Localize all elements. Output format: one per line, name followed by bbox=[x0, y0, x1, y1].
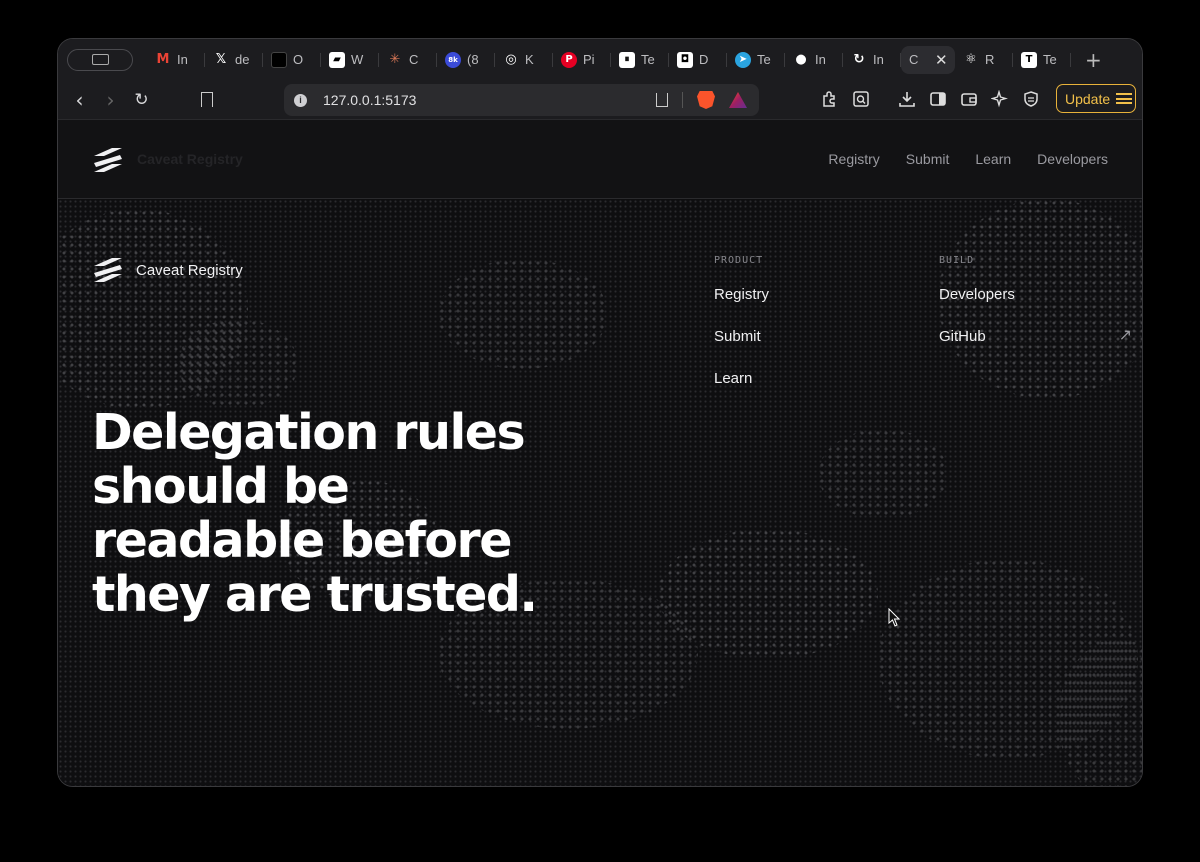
header-nav: Registry Submit Learn Developers bbox=[828, 151, 1108, 167]
tab-10[interactable]: ➤ Te bbox=[727, 46, 785, 74]
tab-title: O bbox=[293, 52, 304, 67]
url-text[interactable]: 127.0.0.1:5173 bbox=[323, 92, 416, 108]
tab-9[interactable]: ◘ D bbox=[669, 46, 727, 74]
update-button[interactable]: Update bbox=[1056, 84, 1136, 113]
brave-rewards-icon[interactable] bbox=[729, 92, 747, 108]
web-page: Caveat Registry Registry Submit Learn De… bbox=[58, 120, 1142, 786]
tab-14[interactable]: ⚛ R bbox=[955, 46, 1013, 74]
tab-title: R bbox=[985, 52, 995, 67]
footer-link-submit[interactable]: Submit bbox=[714, 328, 769, 348]
build-heading: BUILD bbox=[939, 255, 975, 266]
d-logo-icon: ◘ bbox=[677, 51, 693, 68]
sidebar-panel-icon[interactable] bbox=[928, 89, 948, 109]
tab-title: K bbox=[525, 52, 534, 67]
reload-icon[interactable]: ↻ bbox=[126, 90, 157, 110]
vpn-shield-icon[interactable] bbox=[1021, 89, 1041, 109]
mouse-cursor-icon bbox=[888, 608, 901, 627]
download-icon[interactable] bbox=[897, 89, 917, 109]
tab-title: (8 bbox=[467, 52, 479, 67]
browser-toolbar: ‹ › ↻ i 127.0.0.1:5173 Update bbox=[58, 80, 1142, 120]
external-link-icon[interactable]: ↗ bbox=[1119, 325, 1132, 344]
tab-strip: M In 𝕏de O ▰ W ✳ C 8k (8 ◎ K P Pi ⏸ Te ◘ D ➤ Te ● In ↻ In C ✕ ⚛ R T T… bbox=[58, 39, 1142, 80]
brave-shields-icon[interactable] bbox=[697, 91, 715, 109]
leo-ai-icon[interactable] bbox=[990, 89, 1010, 109]
tab-title: Pi bbox=[583, 52, 595, 67]
caveat-logo-icon bbox=[94, 258, 122, 282]
caveat-logo-icon[interactable] bbox=[92, 146, 124, 174]
tab-1[interactable]: 𝕏de bbox=[205, 46, 263, 74]
tab-2[interactable]: O bbox=[263, 46, 321, 74]
nav-submit[interactable]: Submit bbox=[906, 151, 950, 167]
site-header: Caveat Registry Registry Submit Learn De… bbox=[58, 120, 1142, 199]
forward-icon[interactable]: › bbox=[95, 88, 126, 112]
site-info-icon[interactable]: i bbox=[294, 93, 307, 107]
header-brand-name[interactable]: Caveat Registry bbox=[137, 151, 243, 167]
black-square-icon bbox=[271, 51, 287, 68]
refresh-logo-icon: ↻ bbox=[853, 52, 865, 67]
tab-15[interactable]: T Te bbox=[1013, 46, 1071, 74]
t-logo-icon: T bbox=[1021, 51, 1037, 68]
menu-icon bbox=[1116, 93, 1133, 104]
tab-5[interactable]: 8k (8 bbox=[437, 46, 495, 74]
tab-title: W bbox=[351, 52, 364, 67]
footer-build-column: BUILD Developers GitHub bbox=[939, 255, 1015, 370]
sidebar-toggle-button[interactable] bbox=[67, 48, 133, 71]
w-logo-icon: ▰ bbox=[329, 51, 345, 68]
tab-13[interactable]: C ✕ bbox=[901, 45, 955, 74]
sidebar-icon bbox=[91, 54, 109, 65]
update-label: Update bbox=[1065, 90, 1111, 107]
claude-icon: ✳ bbox=[389, 52, 401, 67]
product-heading: PRODUCT bbox=[714, 255, 764, 266]
gmail-icon: M bbox=[156, 52, 170, 67]
footer-link-developers[interactable]: Developers bbox=[939, 286, 1015, 306]
extensions-icon[interactable] bbox=[820, 89, 840, 109]
tab-11[interactable]: ● In bbox=[785, 46, 843, 74]
tab-title: In bbox=[815, 52, 826, 67]
tab-7[interactable]: P Pi bbox=[553, 46, 611, 74]
new-tab-button[interactable]: + bbox=[1085, 48, 1102, 72]
tab-title: C bbox=[409, 52, 419, 67]
tab-8[interactable]: ⏸ Te bbox=[611, 46, 669, 74]
tab-title: Te bbox=[757, 52, 771, 67]
pause-icon: ⏸ bbox=[619, 51, 635, 68]
share-icon[interactable] bbox=[656, 93, 668, 107]
footer-product-column: PRODUCT Registry Submit Learn bbox=[714, 255, 769, 412]
back-icon[interactable]: ‹ bbox=[64, 88, 95, 112]
x-icon: 𝕏 bbox=[215, 52, 227, 67]
browser-window: M In 𝕏de O ▰ W ✳ C 8k (8 ◎ K P Pi ⏸ Te ◘ D ➤ Te ● In ↻ In C ✕ ⚛ R T T… bbox=[57, 38, 1143, 787]
tab-title: In bbox=[873, 52, 884, 67]
tab-title: Te bbox=[1043, 52, 1057, 67]
tab-title: In bbox=[177, 52, 188, 67]
footer-link-github[interactable]: GitHub bbox=[939, 328, 1015, 348]
footer-brand-name: Caveat Registry bbox=[136, 261, 243, 279]
bookmark-icon[interactable] bbox=[201, 92, 213, 107]
close-tab-icon[interactable]: ✕ bbox=[935, 51, 948, 69]
nav-developers[interactable]: Developers bbox=[1037, 151, 1108, 167]
nav-registry[interactable]: Registry bbox=[828, 151, 879, 167]
telegram-icon: ➤ bbox=[735, 51, 751, 68]
footer-link-registry[interactable]: Registry bbox=[714, 286, 769, 306]
tab-title: Te bbox=[641, 52, 655, 67]
badge-icon: 8k bbox=[445, 51, 461, 68]
tab-4[interactable]: ✳ C bbox=[379, 46, 437, 74]
tab-title: D bbox=[699, 52, 709, 67]
pinterest-icon: P bbox=[561, 51, 577, 68]
github-icon: ● bbox=[795, 52, 807, 67]
tab-title: C bbox=[909, 52, 919, 67]
react-icon: ⚛ bbox=[965, 52, 977, 67]
wallet-icon[interactable] bbox=[959, 89, 979, 109]
tab-0[interactable]: M In bbox=[147, 46, 205, 74]
nav-learn[interactable]: Learn bbox=[975, 151, 1011, 167]
tab-12[interactable]: ↻ In bbox=[843, 46, 901, 74]
hero-heading: Delegation rules should be readable befo… bbox=[92, 404, 538, 623]
reader-icon[interactable] bbox=[851, 89, 871, 109]
openai-icon: ◎ bbox=[505, 52, 517, 67]
address-bar[interactable]: i 127.0.0.1:5173 bbox=[284, 84, 759, 116]
tab-3[interactable]: ▰ W bbox=[321, 46, 379, 74]
tab-6[interactable]: ◎ K bbox=[495, 46, 553, 74]
footer-link-learn[interactable]: Learn bbox=[714, 370, 769, 390]
footer-brand[interactable]: Caveat Registry bbox=[92, 256, 243, 284]
tab-title: de bbox=[235, 52, 250, 67]
